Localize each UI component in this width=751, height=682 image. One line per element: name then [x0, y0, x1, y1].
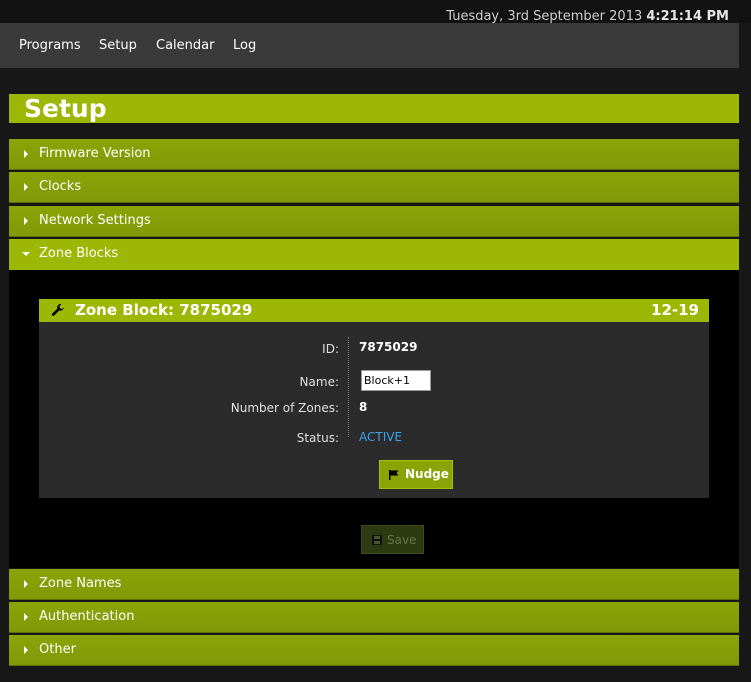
zones-label: Number of Zones:: [230, 401, 339, 415]
section-label: Zone Blocks: [39, 246, 119, 261]
nav-calendar[interactable]: Calendar: [156, 38, 214, 53]
zone-block-card: Zone Block: 7875029 12-19 ID: 7875029 Na…: [39, 299, 709, 498]
page-title-bar: Setup: [9, 94, 739, 123]
section-network-settings[interactable]: Network Settings: [9, 206, 739, 237]
section-label: Clocks: [39, 179, 82, 194]
nav-log[interactable]: Log: [233, 38, 256, 53]
date-bar: Tuesday, 3rd September 2013 4:21:14 PM: [0, 0, 751, 24]
current-date: Tuesday, 3rd September 2013: [446, 9, 643, 24]
caret-right-icon: [24, 217, 28, 225]
section-authentication[interactable]: Authentication: [9, 602, 739, 633]
caret-down-icon: [22, 252, 30, 256]
section-label: Authentication: [39, 609, 135, 624]
section-label: Zone Names: [39, 576, 122, 591]
page-title: Setup: [24, 94, 107, 123]
caret-right-icon: [24, 613, 28, 621]
current-time: 4:21:14 PM: [646, 9, 729, 24]
caret-right-icon: [24, 646, 28, 654]
zone-block-title: Zone Block: 7875029: [75, 301, 253, 319]
current-datetime: Tuesday, 3rd September 2013 4:21:14 PM: [446, 9, 729, 24]
section-label: Other: [39, 642, 76, 657]
field-divider: [348, 337, 349, 437]
main-nav: Programs Setup Calendar Log: [0, 23, 739, 68]
id-value: 7875029: [359, 340, 418, 354]
section-clocks[interactable]: Clocks: [9, 172, 739, 203]
flag-icon: [389, 470, 399, 480]
name-label: Name:: [299, 375, 339, 389]
zone-block-header: Zone Block: 7875029 12-19: [39, 299, 709, 322]
name-field[interactable]: [361, 370, 431, 391]
nudge-label: Nudge: [405, 467, 449, 481]
nav-setup[interactable]: Setup: [99, 38, 137, 53]
caret-right-icon: [24, 183, 28, 191]
section-firmware-version[interactable]: Firmware Version: [9, 139, 739, 170]
id-label: ID:: [322, 342, 339, 356]
nav-programs[interactable]: Programs: [19, 38, 81, 53]
section-other[interactable]: Other: [9, 635, 739, 666]
section-label: Firmware Version: [39, 146, 151, 161]
save-label: Save: [387, 533, 417, 547]
section-zone-names[interactable]: Zone Names: [9, 569, 739, 600]
caret-right-icon: [24, 580, 28, 588]
status-value: ACTIVE: [359, 430, 403, 444]
section-zone-blocks[interactable]: Zone Blocks: [9, 239, 739, 270]
caret-right-icon: [24, 150, 28, 158]
section-label: Network Settings: [39, 213, 151, 228]
save-disk-icon: [372, 535, 382, 545]
status-label: Status:: [296, 431, 339, 445]
zones-value: 8: [359, 400, 368, 414]
zone-range: 12-19: [651, 301, 699, 319]
nudge-button[interactable]: Nudge: [379, 460, 453, 489]
save-button[interactable]: Save: [361, 525, 424, 554]
wrench-icon: [51, 303, 64, 316]
